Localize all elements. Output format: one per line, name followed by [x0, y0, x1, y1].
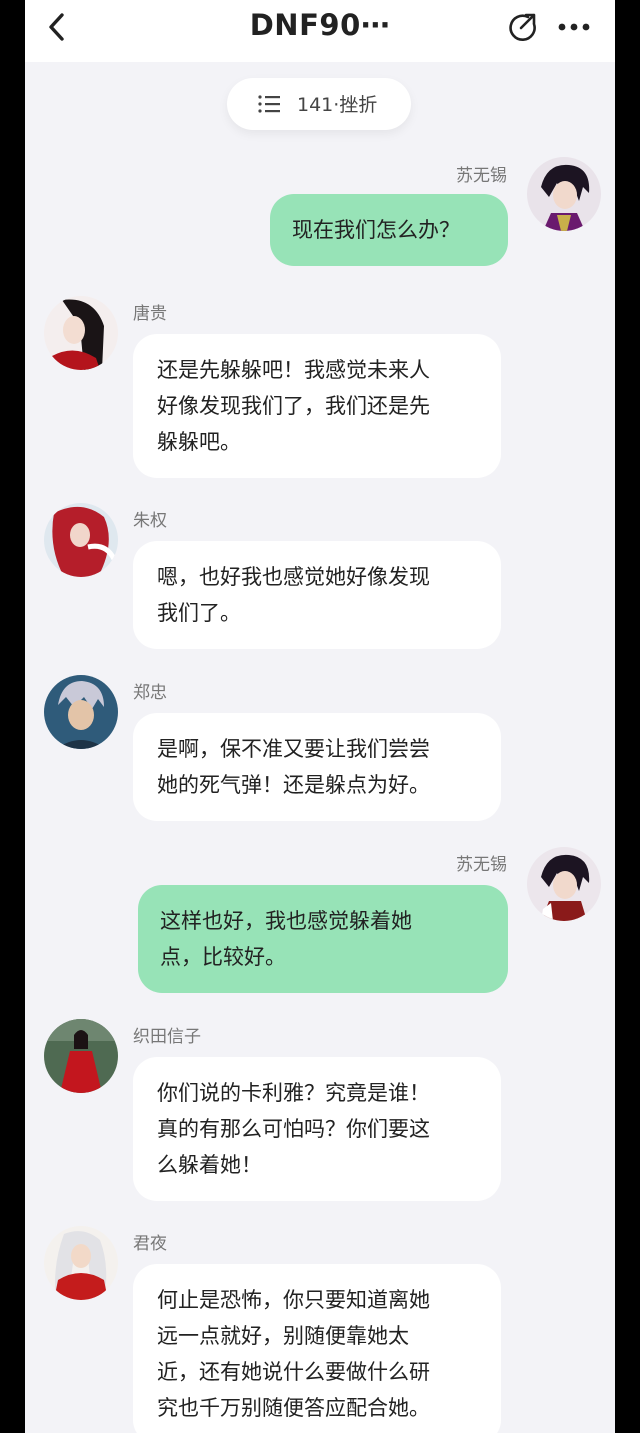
- message-text: 嗯，也好我也感觉她好像发现: [157, 565, 430, 589]
- message-text: 她的死气弹！还是躲点为好。: [157, 773, 430, 797]
- message-bubble[interactable]: 你们说的卡利雅？究竟是谁！ 真的有那么可怕吗？你们要这 么躲着她！: [133, 1057, 501, 1201]
- avatar[interactable]: [527, 157, 601, 231]
- chat-screen: DNF90⋯ 141·挫折 苏无锡 现在我们怎么办？ 唐贵 还是先躲躲吧！我感觉…: [25, 0, 615, 1433]
- message-bubble[interactable]: 是啊，保不准又要让我们尝尝 她的死气弹！还是躲点为好。: [133, 713, 501, 821]
- message-text: 好像发现我们了，我们还是先: [157, 394, 430, 418]
- message-text: 真的有那么可怕吗？你们要这: [157, 1117, 430, 1141]
- topic-chip[interactable]: 141·挫折: [227, 78, 411, 130]
- avatar[interactable]: [527, 847, 601, 921]
- message-text: 这样也好，我也感觉躲着她: [160, 909, 412, 933]
- message-text: 么躲着她！: [157, 1153, 262, 1177]
- message-text: 究也千万别随便答应配合她。: [157, 1396, 430, 1420]
- message-text: 还是先躲躲吧！我感觉未来人: [157, 358, 430, 382]
- message-text: 远一点就好，别随便靠她太: [157, 1324, 409, 1348]
- message-bubble[interactable]: 还是先躲躲吧！我感觉未来人 好像发现我们了，我们还是先 躲躲吧。: [133, 334, 501, 478]
- message-text: 近，还有她说什么要做什么研: [157, 1360, 430, 1384]
- avatar[interactable]: [44, 1019, 118, 1093]
- list-icon: [257, 92, 281, 116]
- top-bar: DNF90⋯: [25, 0, 615, 62]
- sender-name: 郑忠: [133, 683, 167, 703]
- sender-name: 君夜: [133, 1234, 167, 1254]
- message-bubble[interactable]: 现在我们怎么办？: [270, 194, 508, 266]
- message-bubble[interactable]: 这样也好，我也感觉躲着她 点，比较好。: [138, 885, 508, 993]
- avatar[interactable]: [44, 675, 118, 749]
- message-text: 何止是恐怖，你只要知道离她: [157, 1288, 430, 1312]
- topic-chip-label: 141·挫折: [297, 94, 378, 116]
- avatar[interactable]: [44, 503, 118, 577]
- sender-name: 苏无锡: [456, 166, 507, 186]
- more-dots-icon[interactable]: [556, 14, 592, 40]
- sender-name: 织田信子: [133, 1027, 201, 1047]
- message-text: 现在我们怎么办？: [292, 218, 460, 242]
- message-text: 点，比较好。: [160, 945, 286, 969]
- avatar[interactable]: [44, 1226, 118, 1300]
- message-text: 你们说的卡利雅？究竟是谁！: [157, 1081, 430, 1105]
- sender-name: 苏无锡: [456, 855, 507, 875]
- message-text: 是啊，保不准又要让我们尝尝: [157, 737, 430, 761]
- message-bubble[interactable]: 何止是恐怖，你只要知道离她 远一点就好，别随便靠她太 近，还有她说什么要做什么研…: [133, 1264, 501, 1433]
- message-text: 躲躲吧。: [157, 430, 241, 454]
- sender-name: 唐贵: [133, 304, 167, 324]
- message-bubble[interactable]: 嗯，也好我也感觉她好像发现 我们了。: [133, 541, 501, 649]
- share-arrow-icon[interactable]: [507, 12, 537, 42]
- avatar[interactable]: [44, 296, 118, 370]
- sender-name: 朱权: [133, 511, 167, 531]
- message-text: 我们了。: [157, 601, 241, 625]
